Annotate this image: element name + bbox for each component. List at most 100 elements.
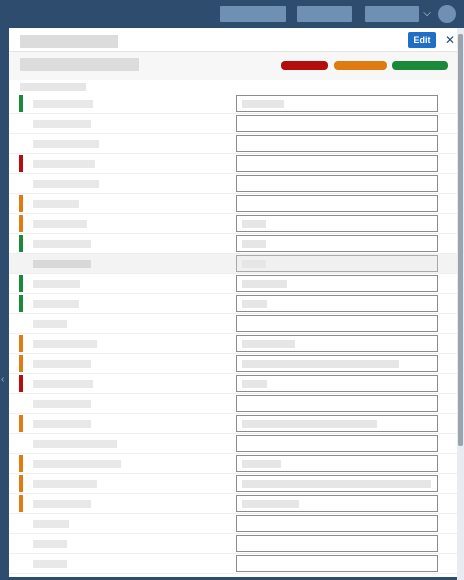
edit-button[interactable]: Edit xyxy=(408,32,436,48)
table-row xyxy=(9,334,457,354)
field-label xyxy=(33,100,93,108)
status-indicator xyxy=(19,475,23,492)
field-input[interactable] xyxy=(236,155,438,172)
status-indicator xyxy=(19,95,23,112)
field-label xyxy=(33,200,79,208)
table-row xyxy=(9,214,457,234)
field-label xyxy=(33,560,67,568)
table-row xyxy=(9,474,457,494)
scrollbar-thumb[interactable] xyxy=(458,34,463,446)
panel-subtitle xyxy=(20,58,139,71)
field-label xyxy=(33,120,91,128)
field-label xyxy=(33,260,91,268)
field-input[interactable] xyxy=(236,475,438,492)
section-heading xyxy=(20,83,86,91)
field-value xyxy=(242,280,287,288)
field-value xyxy=(242,240,266,248)
chevron-left-icon[interactable]: ‹ xyxy=(1,374,4,385)
nav-item-1[interactable] xyxy=(220,6,286,22)
field-input[interactable] xyxy=(236,175,438,192)
legend-orange xyxy=(334,61,387,70)
field-label xyxy=(33,160,95,168)
table-row xyxy=(9,234,457,254)
left-sidebar-collapsed: ‹ xyxy=(0,28,9,580)
field-input[interactable] xyxy=(236,295,438,312)
field-input[interactable] xyxy=(236,535,438,552)
status-indicator xyxy=(19,295,23,312)
field-value xyxy=(242,460,281,468)
field-input[interactable] xyxy=(236,355,438,372)
field-input[interactable] xyxy=(236,195,438,212)
field-input[interactable] xyxy=(236,515,438,532)
field-label xyxy=(33,280,80,288)
field-value xyxy=(242,300,267,308)
table-row xyxy=(9,454,457,474)
field-input[interactable] xyxy=(236,135,438,152)
field-input[interactable] xyxy=(236,435,438,452)
table-row xyxy=(9,394,457,414)
field-input[interactable] xyxy=(236,555,438,572)
field-label xyxy=(33,240,91,248)
status-indicator xyxy=(19,355,23,372)
field-label xyxy=(33,400,91,408)
field-input[interactable] xyxy=(236,115,438,132)
field-value xyxy=(242,500,299,508)
table-row xyxy=(9,194,457,214)
field-input[interactable] xyxy=(236,495,438,512)
field-value xyxy=(242,360,399,368)
field-value xyxy=(242,380,267,388)
legend-green xyxy=(392,61,448,70)
status-indicator xyxy=(19,235,23,252)
field-label xyxy=(33,420,91,428)
panel-title xyxy=(20,35,118,48)
field-label xyxy=(33,140,99,148)
table-row xyxy=(9,314,457,334)
table-row xyxy=(9,294,457,314)
group-row xyxy=(9,254,457,274)
field-input[interactable] xyxy=(236,255,438,272)
field-input[interactable] xyxy=(236,95,438,112)
field-input[interactable] xyxy=(236,215,438,232)
field-input[interactable] xyxy=(236,235,438,252)
status-indicator xyxy=(19,455,23,472)
field-label xyxy=(33,480,97,488)
field-input[interactable] xyxy=(236,275,438,292)
top-navigation-bar: ⌵ xyxy=(0,0,464,28)
field-label xyxy=(33,500,91,508)
field-label xyxy=(33,380,93,388)
field-input[interactable] xyxy=(236,315,438,332)
close-icon[interactable]: ✕ xyxy=(444,33,456,47)
table-row xyxy=(9,274,457,294)
field-input[interactable] xyxy=(236,395,438,412)
field-input[interactable] xyxy=(236,415,438,432)
field-label xyxy=(33,340,97,348)
table-row xyxy=(9,174,457,194)
status-indicator xyxy=(19,375,23,392)
table-row xyxy=(9,114,457,134)
field-label xyxy=(33,180,99,188)
detail-panel: Edit ✕ xyxy=(9,28,457,577)
field-label xyxy=(33,220,87,228)
nav-item-3[interactable] xyxy=(365,6,419,22)
field-label xyxy=(33,520,69,528)
table-row xyxy=(9,534,457,554)
field-value xyxy=(242,340,295,348)
table-row xyxy=(9,554,457,574)
field-input[interactable] xyxy=(236,375,438,392)
field-label xyxy=(33,460,121,468)
chevron-down-icon[interactable]: ⌵ xyxy=(421,6,433,22)
table-row xyxy=(9,354,457,374)
nav-item-2[interactable] xyxy=(297,6,352,22)
status-indicator xyxy=(19,495,23,512)
scrollbar[interactable] xyxy=(457,28,464,580)
table-row xyxy=(9,94,457,114)
field-value xyxy=(242,480,431,488)
legend-red xyxy=(281,61,328,70)
table-row xyxy=(9,374,457,394)
field-value xyxy=(242,420,377,428)
field-input[interactable] xyxy=(236,335,438,352)
field-input[interactable] xyxy=(236,455,438,472)
user-avatar[interactable] xyxy=(438,5,456,23)
field-label xyxy=(33,320,67,328)
field-value xyxy=(242,100,284,108)
